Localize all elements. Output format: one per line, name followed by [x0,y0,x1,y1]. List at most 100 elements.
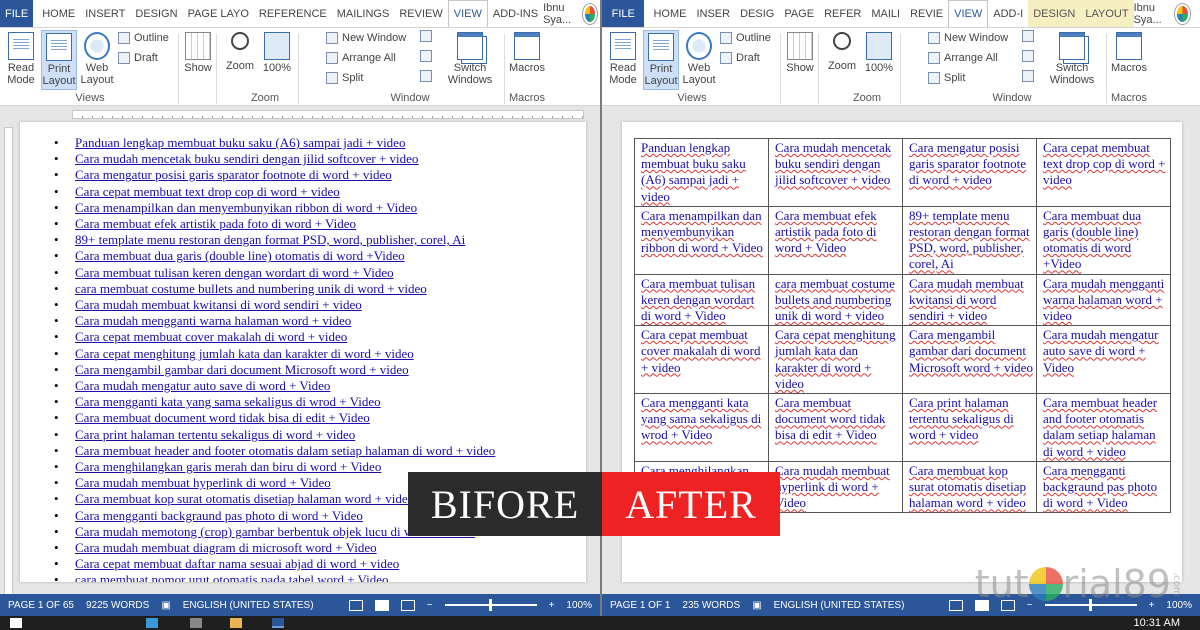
outline-button[interactable]: Outline [720,32,771,44]
cell-link[interactable]: Cara mengganti backgraund pas photo di w… [1043,463,1157,510]
new-window-button[interactable]: New Window [326,32,406,44]
tab-desig[interactable]: DESIG [735,0,779,27]
tab-review[interactable]: REVIEW [394,0,447,27]
zoom-button[interactable]: Zoom [222,32,258,72]
new-window-button[interactable]: New Window [928,32,1008,44]
cell-link[interactable]: Panduan lengkap membuat buku saku (A6) s… [641,140,746,204]
cell-link[interactable]: Cara membuat header and footer otomatis … [1043,395,1157,459]
table-cell[interactable]: Cara cepat membuat cover makalah di word… [634,325,769,395]
user-account[interactable]: Ibnu Sya... [1134,0,1200,27]
cell-link[interactable]: Cara mudah mencetak buku sendiri dengan … [775,140,891,187]
cell-link[interactable]: Cara mudah mengganti warna halaman word … [1043,276,1164,323]
tab-inser[interactable]: INSER [691,0,735,27]
read-mode-button[interactable]: Read Mode [606,32,640,86]
vertical-ruler[interactable] [0,121,16,604]
table-cell[interactable]: Cara cepat menghitung jumlah kata dan ka… [768,325,903,395]
tab-file[interactable]: FILE [602,0,645,27]
draft-button[interactable]: Draft [720,52,760,64]
table-cell[interactable]: Cara membuat dua garis (double line) oto… [1036,205,1171,275]
list-item-link[interactable]: Cara membuat efek artistik pada foto di … [54,216,586,232]
language-indicator[interactable]: ENGLISH (UNITED STATES) [774,600,905,611]
list-item-link[interactable]: Cara mudah membuat diagram di microsoft … [54,540,586,556]
print-layout-button[interactable]: Print Layout [643,30,679,90]
table-cell[interactable]: Cara menampilkan dan menyembunyikan ribb… [634,205,769,275]
cell-link[interactable]: Cara membuat efek artistik pada foto di … [775,208,877,255]
tab-home[interactable]: HOME [648,0,691,27]
cell-link[interactable]: Cara cepat membuat text drop cop di word… [1043,140,1166,187]
word-count[interactable]: 9225 WORDS [86,600,149,611]
tab-home[interactable]: HOME [37,0,80,27]
table-cell[interactable]: Cara mudah membuat hyperlink di word + V… [768,460,903,514]
cell-link[interactable]: Cara cepat menghitung jumlah kata dan ka… [775,327,896,391]
tab-layout[interactable]: LAYOUT [1080,0,1134,27]
avatar[interactable] [582,3,598,24]
list-item-link[interactable]: 89+ template menu restoran dengan format… [54,232,586,248]
zoom-100-button[interactable]: 100% [260,32,294,74]
language-indicator[interactable]: ENGLISH (UNITED STATES) [183,600,314,611]
switch-windows-button[interactable]: Switch Windows [1044,32,1100,86]
table-cell[interactable]: Cara mengatur posisi garis sparator foot… [902,138,1037,207]
list-item-link[interactable]: Cara mengambil gambar dari document Micr… [54,362,586,378]
list-item-link[interactable]: cara membuat costume bullets and numberi… [54,281,586,297]
list-item-link[interactable]: Cara mudah mengganti warna halaman word … [54,313,586,329]
horizontal-ruler[interactable] [602,107,1200,121]
tab-file[interactable]: FILE [0,0,34,27]
cell-link[interactable]: Cara membuat tulisan keren dengan wordar… [641,276,755,323]
tab-insert[interactable]: INSERT [80,0,130,27]
links-table[interactable]: Panduan lengkap membuat buku saku (A6) s… [634,138,1171,514]
cell-link[interactable]: Cara menampilkan dan menyembunyikan ribb… [641,208,763,255]
cell-link[interactable]: Cara membuat kop surat otomatis disetiap… [909,463,1026,510]
table-cell[interactable]: Cara mudah mengganti warna halaman word … [1036,273,1171,327]
table-cell[interactable]: Cara mudah mengatur auto save di word + … [1036,325,1171,395]
list-item-link[interactable]: Cara cepat membuat cover makalah di word… [54,329,586,345]
list-item-link[interactable]: Cara mengatur posisi garis sparator foot… [54,167,586,183]
list-item-link[interactable]: Cara mudah mengatur auto save di word + … [54,378,586,394]
table-cell[interactable]: 89+ template menu restoran dengan format… [902,205,1037,275]
cell-link[interactable]: cara membuat costume bullets and numberi… [775,276,895,323]
switch-windows-button[interactable]: Switch Windows [442,32,498,86]
proofing-icon[interactable]: ▣ [161,600,170,611]
horizontal-ruler[interactable] [0,107,600,121]
list-item-link[interactable]: Cara membuat tulisan keren dengan wordar… [54,265,586,281]
tab-view[interactable]: VIEW [948,0,989,27]
split-button[interactable]: Split [326,72,363,84]
cell-link[interactable]: Cara mengatur posisi garis sparator foot… [909,140,1026,187]
word-icon[interactable] [272,618,284,628]
show-button[interactable]: Show [784,32,816,74]
zoom-button[interactable]: Zoom [824,32,860,72]
cell-link[interactable]: Cara membuat document word tidak bisa di… [775,395,885,442]
list-item-link[interactable]: Cara membuat dua garis (double line) oto… [54,248,586,264]
web-layout-view-icon[interactable] [400,599,415,611]
tab-maili[interactable]: MAILI [866,0,905,27]
macros-button[interactable]: Macros [508,32,546,74]
read-mode-view-icon[interactable] [348,599,363,611]
tab-design[interactable]: DESIGN [130,0,182,27]
list-item-link[interactable]: Cara print halaman tertentu sekaligus di… [54,427,586,443]
page-count[interactable]: PAGE 1 OF 1 [610,600,670,611]
split-button[interactable]: Split [928,72,965,84]
show-button[interactable]: Show [182,32,214,74]
folder-icon[interactable] [230,618,242,628]
tab-revie[interactable]: REVIE [905,0,948,27]
table-cell[interactable]: Cara membuat document word tidak bisa di… [768,393,903,462]
synchronous-scrolling-button[interactable] [420,50,432,62]
list-item-link[interactable]: Cara cepat menghitung jumlah kata dan ka… [54,346,586,362]
list-item-link[interactable]: Cara cepat membuat text drop cop di word… [54,184,586,200]
list-item-link[interactable]: Cara membuat document word tidak bisa di… [54,410,586,426]
list-item-link[interactable]: Cara membuat header and footer otomatis … [54,443,586,459]
tab-reference[interactable]: REFERENCE [254,0,332,27]
view-side-by-side-button[interactable] [1022,30,1034,42]
cell-link[interactable]: Cara mudah mengatur auto save di word + … [1043,327,1159,374]
read-mode-button[interactable]: Read Mode [4,32,38,86]
user-account[interactable]: Ibnu Sya... [543,0,600,27]
list-item-link[interactable]: Cara cepat membuat daftar nama sesuai ab… [54,556,586,572]
table-cell[interactable]: Panduan lengkap membuat buku saku (A6) s… [634,138,769,207]
arrange-all-button[interactable]: Arrange All [326,52,396,64]
table-cell[interactable]: Cara cepat membuat text drop cop di word… [1036,138,1171,207]
reset-window-position-button[interactable] [420,70,432,82]
table-cell[interactable]: Cara print halaman tertentu sekaligus di… [902,393,1037,462]
cell-link[interactable]: 89+ template menu restoran dengan format… [909,208,1030,272]
list-item-link[interactable]: Panduan lengkap membuat buku saku (A6) s… [54,135,586,151]
tab-refer[interactable]: REFER [819,0,866,27]
table-cell[interactable]: Cara mengganti backgraund pas photo di w… [1036,460,1171,514]
